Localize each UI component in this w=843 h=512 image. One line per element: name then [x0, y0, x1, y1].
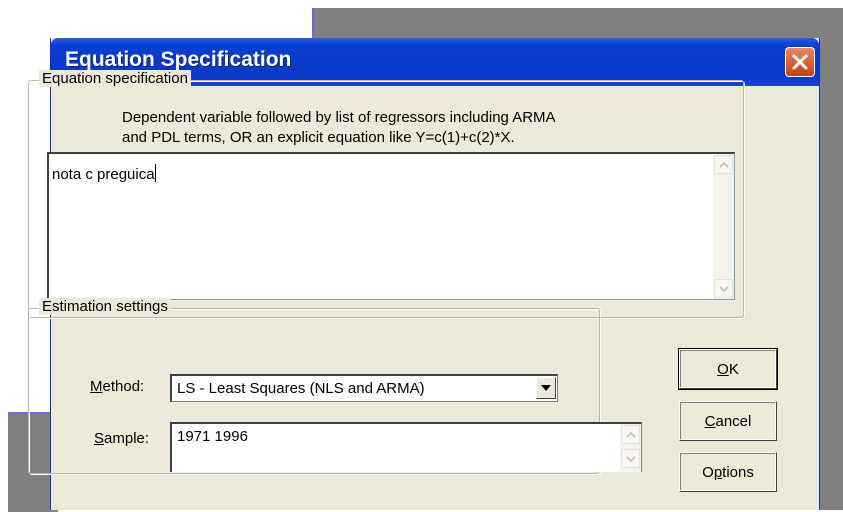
scroll-down-button[interactable] [714, 279, 733, 298]
equation-specification-legend: Equation specification [39, 70, 191, 87]
equation-value: nota c preguica [52, 166, 155, 183]
options-button[interactable]: Options [679, 452, 777, 492]
scroll-up-button[interactable] [714, 155, 733, 174]
sample-scrollbar[interactable] [620, 424, 641, 472]
method-select[interactable]: LS - Least Squares (NLS and ARMA) [170, 374, 558, 402]
scroll-up-arrow-icon [625, 431, 636, 438]
options-label: Options [702, 463, 754, 481]
dropdown-arrow-icon [541, 385, 551, 391]
hint-line-1: Dependent variable followed by list of r… [122, 109, 556, 126]
scroll-up-arrow-icon [718, 161, 729, 168]
equation-textarea[interactable]: nota c preguica [47, 152, 735, 300]
method-dropdown-button[interactable] [536, 377, 556, 399]
background-window-edge-right [816, 40, 843, 510]
close-icon [792, 54, 808, 70]
estimation-settings-legend: Estimation settings [39, 298, 171, 315]
method-label: Method: [90, 378, 145, 395]
background-window-edge [312, 8, 843, 40]
ok-label: OK [717, 360, 739, 378]
sample-input[interactable]: 1971 1996 [170, 422, 642, 472]
equation-text-content: nota c preguica [52, 164, 156, 183]
dialog-title: Equation Specification [65, 48, 292, 71]
sample-value: 1971 1996 [177, 428, 248, 445]
sample-scroll-down-button[interactable] [621, 449, 640, 468]
method-value: LS - Least Squares (NLS and ARMA) [177, 380, 425, 397]
scroll-down-arrow-icon [625, 455, 636, 462]
sample-label: Sample: [94, 430, 150, 447]
close-button[interactable] [785, 47, 815, 77]
cancel-label: Cancel [704, 412, 752, 430]
text-caret [154, 164, 156, 182]
scroll-down-arrow-icon [718, 285, 729, 292]
equation-scrollbar[interactable] [713, 154, 734, 299]
ok-button[interactable]: OK [678, 348, 778, 390]
hint-line-2: and PDL terms, OR an explicit equation l… [122, 129, 515, 146]
cancel-button[interactable]: Cancel [679, 401, 777, 441]
equation-hint-text: Dependent variable followed by list of r… [122, 108, 722, 148]
sample-scroll-up-button[interactable] [621, 425, 640, 444]
